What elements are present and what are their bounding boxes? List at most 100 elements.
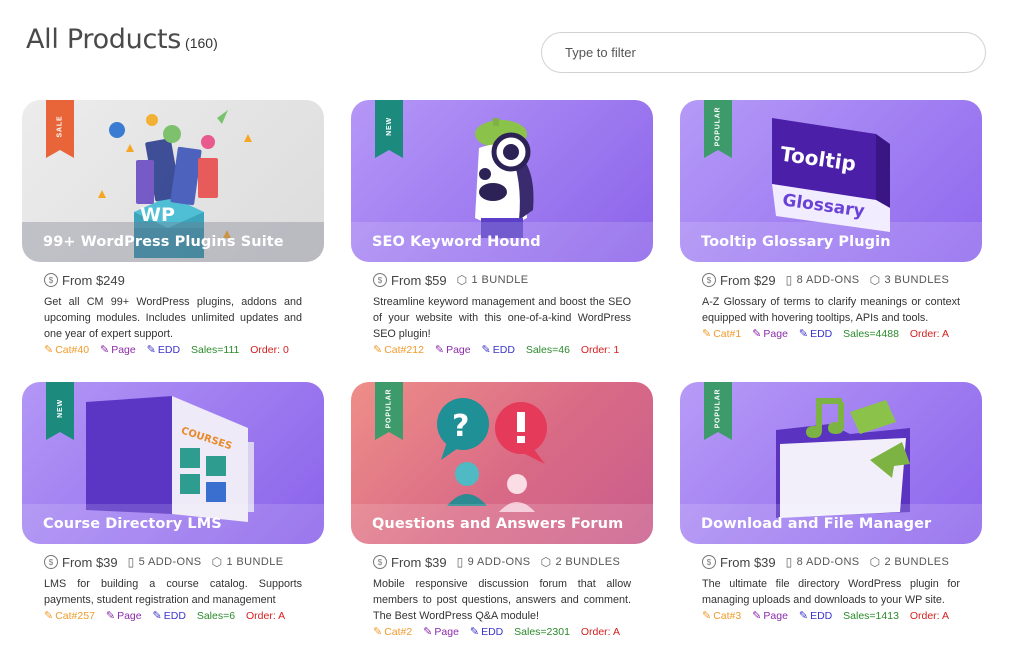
product-description: LMS for building a course catalog. Suppo… <box>44 578 302 606</box>
card-title-bar: Questions and Answers Forum <box>351 504 653 544</box>
edd-label: EDD <box>492 344 515 356</box>
product-price: From $29 <box>720 272 776 288</box>
product-card[interactable]: WP SALE 99+ WordPress Plugins Suite $ Fr… <box>22 100 324 358</box>
bundles-tag[interactable]: ⬡ 1 BUNDLE <box>457 273 529 287</box>
category-link[interactable]: ✎ Cat#257 <box>44 608 95 624</box>
page-link[interactable]: ✎ Page <box>423 624 459 640</box>
addons-tag[interactable]: ▯ 8 ADD-ONS <box>786 273 860 287</box>
edd-label: EDD <box>810 610 833 622</box>
edd-link[interactable]: ✎ EDD <box>799 326 832 342</box>
bundles-tag[interactable]: ⬡ 2 BUNDLES <box>541 555 621 569</box>
sales-count: Sales=2301 <box>514 626 570 638</box>
pencil-icon: ✎ <box>152 610 162 622</box>
ribbon-label: NEW <box>385 116 393 136</box>
edd-link[interactable]: ✎ EDD <box>470 624 503 640</box>
product-price: From $59 <box>391 272 447 288</box>
bundles-tag[interactable]: ⬡ 3 BUNDLES <box>870 273 950 287</box>
product-title[interactable]: Download and File Manager <box>701 516 931 532</box>
product-image[interactable]: NEW SEO Keyword Hound <box>351 100 653 262</box>
card-title-bar: Tooltip Glossary Plugin <box>680 222 982 262</box>
page-link[interactable]: ✎ Page <box>435 342 471 358</box>
product-card[interactable]: Tooltip Glossary POPULAR Tooltip Glossar… <box>680 100 982 342</box>
order-value: Order: A <box>246 610 286 622</box>
product-count: (160) <box>185 35 218 51</box>
category-label: Cat#3 <box>713 610 742 622</box>
filter-input[interactable] <box>542 33 985 72</box>
sales-count: Sales=46 <box>525 344 570 356</box>
order-value: Order: A <box>580 626 620 638</box>
admin-links: ✎ Cat#212 ✎ Page ✎ EDD Sales=46 Order: 1 <box>373 342 635 358</box>
pencil-icon: ✎ <box>702 328 712 340</box>
box-icon: ⬡ <box>869 273 881 287</box>
edd-link[interactable]: ✎ EDD <box>153 608 186 624</box>
edd-label: EDD <box>810 328 833 340</box>
ribbon-label: NEW <box>56 398 64 418</box>
edd-link[interactable]: ✎ EDD <box>482 342 515 358</box>
bundles-tag[interactable]: ⬡ 2 BUNDLES <box>870 555 950 569</box>
bundles-label: 1 BUNDLE <box>226 556 284 568</box>
edd-link[interactable]: ✎ EDD <box>799 608 832 624</box>
pencil-icon: ✎ <box>469 626 480 638</box>
dollar-coin-icon: $ <box>44 555 58 569</box>
product-image[interactable]: ? POPULAR Questions and Answers Forum <box>351 382 653 544</box>
admin-links: ✎ Cat#40 ✎ Page ✎ EDD Sales=111 Order: 0 <box>44 342 306 358</box>
product-price: From $249 <box>62 272 125 288</box>
dollar-coin-icon: $ <box>373 273 387 287</box>
product-card[interactable]: NEW SEO Keyword Hound $ From $59 ⬡ 1 BUND… <box>351 100 653 358</box>
category-label: Cat#257 <box>55 610 95 622</box>
order-value: Order: A <box>909 610 949 622</box>
ribbon-label: POPULAR <box>714 388 722 428</box>
edd-label: EDD <box>157 344 181 356</box>
ribbon-label: POPULAR <box>385 388 393 428</box>
card-title-bar: Course Directory LMS <box>22 504 324 544</box>
product-card[interactable]: COURSES NEW Course Directory LMS $ From … <box>22 382 324 624</box>
dollar-coin-icon: $ <box>702 273 716 287</box>
product-meta: $ From $39 ▯ 5 ADD-ONS ⬡ 1 BUNDLE <box>44 554 324 570</box>
pencil-icon: ✎ <box>100 344 110 356</box>
ribbon-badge: POPULAR <box>704 382 732 440</box>
pencil-icon: ✎ <box>105 610 116 622</box>
product-image[interactable]: POPULAR Download and File Manager <box>680 382 982 544</box>
product-title[interactable]: SEO Keyword Hound <box>372 234 541 250</box>
page-link[interactable]: ✎ Page <box>752 326 788 342</box>
product-title[interactable]: 99+ WordPress Plugins Suite <box>43 234 284 250</box>
edd-link[interactable]: ✎ EDD <box>147 342 180 358</box>
dollar-coin-icon: $ <box>702 555 716 569</box>
dollar-coin-icon: $ <box>373 555 387 569</box>
addons-tag[interactable]: ▯ 5 ADD-ONS <box>128 555 202 569</box>
product-card[interactable]: ? POPULAR Questions and Answers Forum $ … <box>351 382 653 640</box>
pencil-icon: ✎ <box>752 610 762 622</box>
product-title[interactable]: Tooltip Glossary Plugin <box>701 234 891 250</box>
pencil-icon: ✎ <box>434 344 445 356</box>
page-label: Page <box>763 610 788 622</box>
page-icon: ▯ <box>785 555 793 569</box>
product-title[interactable]: Course Directory LMS <box>43 516 222 532</box>
product-meta: $ From $39 ▯ 8 ADD-ONS ⬡ 2 BUNDLES <box>702 554 982 570</box>
addons-label: 5 ADD-ONS <box>138 556 202 568</box>
product-image[interactable]: COURSES NEW Course Directory LMS <box>22 382 324 544</box>
product-card[interactable]: POPULAR Download and File Manager $ From… <box>680 382 982 624</box>
category-link[interactable]: ✎ Cat#40 <box>44 342 89 358</box>
page-link[interactable]: ✎ Page <box>752 608 788 624</box>
addons-label: 9 ADD-ONS <box>467 556 531 568</box>
sales-count: Sales=111 <box>190 344 240 356</box>
ribbon-label: POPULAR <box>714 106 722 146</box>
order-value: Order: 0 <box>250 344 289 356</box>
page-link[interactable]: ✎ Page <box>106 608 142 624</box>
page-link[interactable]: ✎ Page <box>100 342 136 358</box>
card-title-bar: Download and File Manager <box>680 504 982 544</box>
category-link[interactable]: ✎ Cat#1 <box>702 326 741 342</box>
category-link[interactable]: ✎ Cat#212 <box>373 342 424 358</box>
product-price: From $39 <box>720 554 776 570</box>
addons-tag[interactable]: ▯ 9 ADD-ONS <box>457 555 531 569</box>
page-label: Page <box>111 344 136 356</box>
product-image[interactable]: Tooltip Glossary POPULAR Tooltip Glossar… <box>680 100 982 262</box>
product-title[interactable]: Questions and Answers Forum <box>372 516 623 532</box>
category-link[interactable]: ✎ Cat#3 <box>702 608 741 624</box>
addons-tag[interactable]: ▯ 8 ADD-ONS <box>786 555 860 569</box>
category-link[interactable]: ✎ Cat#2 <box>373 624 412 640</box>
product-meta: $ From $39 ▯ 9 ADD-ONS ⬡ 2 BUNDLES <box>373 554 653 570</box>
product-image[interactable]: WP SALE 99+ WordPress Plugins Suite <box>22 100 324 262</box>
order-value: Order: A <box>909 328 949 340</box>
bundles-tag[interactable]: ⬡ 1 BUNDLE <box>212 555 284 569</box>
